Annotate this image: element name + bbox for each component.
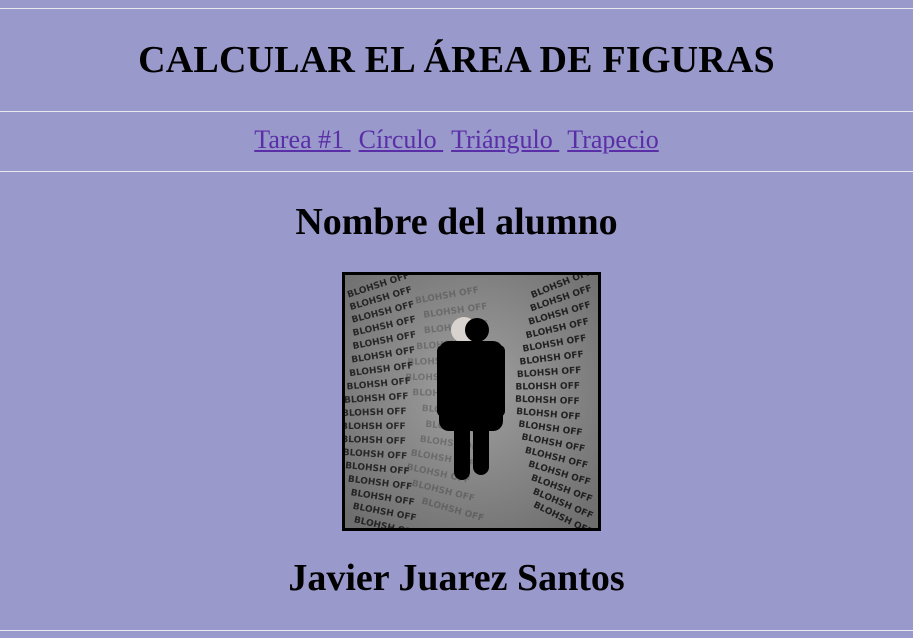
- svg-text:BLOHSH OFF: BLOHSH OFF: [515, 381, 580, 392]
- page: CALCULAR EL ÁREA DE FIGURAS Tarea #1 Cír…: [0, 0, 913, 638]
- page-title: CALCULAR EL ÁREA DE FIGURAS: [138, 39, 775, 81]
- svg-text:BLOHSH OFF: BLOHSH OFF: [345, 435, 406, 447]
- photo-artwork: BLOHSH OFF BLOHSH OFF BLOHSH OFF BLOHSH OFF…: [345, 275, 598, 528]
- nav-bar: Tarea #1 Círculo Triángulo Trapecio: [0, 125, 913, 155]
- student-name: Javier Juarez Santos: [288, 557, 625, 599]
- nav-link-tarea-1[interactable]: Tarea #1: [254, 125, 350, 154]
- top-divider: [0, 8, 913, 9]
- nav-link-triangulo[interactable]: Triángulo: [451, 125, 559, 154]
- section-heading: Nombre del alumno: [295, 201, 618, 243]
- svg-text:BLOHSH OFF: BLOHSH OFF: [345, 422, 406, 432]
- nav-divider: [0, 171, 913, 172]
- nav-link-circulo[interactable]: Círculo: [359, 125, 444, 154]
- header-divider: [0, 111, 913, 112]
- bottom-divider: [0, 630, 913, 631]
- nav-link-trapecio[interactable]: Trapecio: [567, 125, 658, 154]
- student-photo: BLOHSH OFF BLOHSH OFF BLOHSH OFF BLOHSH OFF…: [342, 272, 601, 531]
- svg-text:BLOHSH OFF: BLOHSH OFF: [345, 407, 407, 419]
- figure-head: [465, 318, 489, 342]
